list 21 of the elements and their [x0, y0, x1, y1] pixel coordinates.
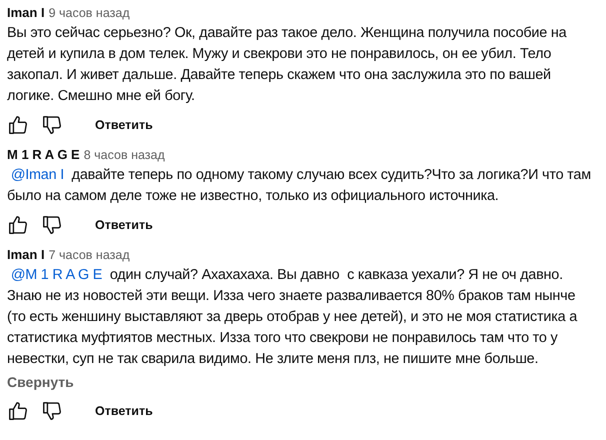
- comment-time[interactable]: 9 часов назад: [48, 4, 130, 23]
- thumbs-down-icon[interactable]: [41, 214, 63, 236]
- comment-text: @M 1 R A G E один случай? Ахахахаха. Вы давно с кавказа уехали? Я не оч давно. Знаю не из новостей эти вещи. Изза чего знаете разваливается 80% браков там нынче (то есть женшину выставляют за дверь отобрав у нее детей), и это не моя статистика а статистика муфтиятов местных. Изза того что свекрови не понравилось там что то у невестки, суп не так сварила видимо. Не злите меня плз, не пишите мне больше.: [7, 266, 578, 369]
- thumbs-up-icon[interactable]: [7, 214, 29, 236]
- mention-link[interactable]: @M 1 R A G E: [10, 267, 102, 283]
- reply-button[interactable]: Ответить: [89, 212, 159, 238]
- comment-text: Вы это сейчас серьезно? Ок, давайте раз такое дело. Женщина получила пособие на детей и купила в дом телек. Мужу и свекрови это не понравилось, он ее убил. Тело закопал. И живет дальше. Давайте теперь скажем что она заслужила это по вашей логике. Смешно мне ей богу.: [7, 24, 568, 106]
- comment-time[interactable]: 8 часов назад: [84, 146, 165, 165]
- comment-time[interactable]: 7 часов назад: [48, 246, 130, 265]
- thumbs-down-icon[interactable]: [41, 400, 63, 422]
- author-name[interactable]: Iman I: [7, 3, 45, 22]
- mention-link[interactable]: @Iman I: [10, 167, 64, 183]
- thumbs-up-icon[interactable]: [7, 400, 29, 422]
- thumbs-up-icon[interactable]: [7, 114, 29, 136]
- reply-button[interactable]: Ответить: [89, 398, 159, 424]
- author-name[interactable]: Iman I: [7, 245, 45, 264]
- thumbs-down-icon[interactable]: [41, 114, 63, 136]
- author-name[interactable]: M 1 R A G E: [7, 145, 80, 164]
- collapse-button[interactable]: Свернуть: [7, 372, 74, 393]
- reply-button[interactable]: Ответить: [89, 112, 159, 138]
- comment-text: @Iman I давайте теперь по одному такому случаю всех судить?Что за логика?И что там было на самом деле тоже не известно, только из официального источника.: [7, 166, 591, 206]
